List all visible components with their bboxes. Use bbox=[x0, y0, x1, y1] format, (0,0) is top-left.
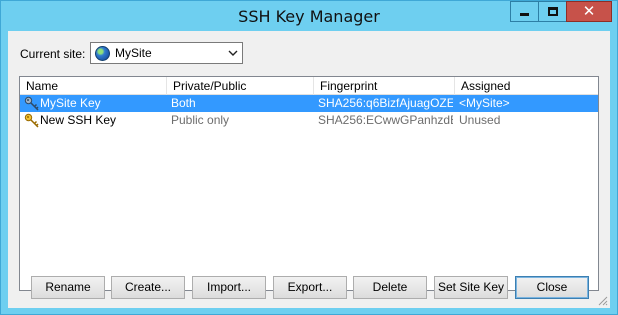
key-type: Both bbox=[171, 96, 196, 110]
list-item[interactable]: New SSH Key Public only SHA256:ECwwGPanh… bbox=[20, 112, 598, 129]
key-name: New SSH Key bbox=[40, 113, 117, 127]
maximize-icon bbox=[547, 7, 558, 16]
set-site-key-button[interactable]: Set Site Key bbox=[434, 276, 508, 299]
current-site-dropdown[interactable]: MySite bbox=[90, 42, 243, 64]
column-header-assigned[interactable]: Assigned bbox=[455, 77, 598, 95]
resize-grip-icon[interactable] bbox=[596, 294, 608, 306]
maximize-button[interactable] bbox=[538, 1, 567, 22]
ssh-key-manager-window: SSH Key Manager ✕ Current site: MySite N… bbox=[0, 0, 618, 315]
export-button[interactable]: Export... bbox=[273, 276, 347, 299]
list-item[interactable]: MySite Key Both SHA256:q6BizfAjuagOZE...… bbox=[20, 95, 598, 112]
globe-icon bbox=[95, 46, 110, 61]
title-bar[interactable]: SSH Key Manager ✕ bbox=[1, 1, 617, 31]
dialog-body: Current site: MySite Name Private/Public… bbox=[8, 31, 610, 308]
key-assigned: <MySite> bbox=[459, 96, 510, 110]
import-button[interactable]: Import... bbox=[192, 276, 266, 299]
delete-button[interactable]: Delete bbox=[353, 276, 427, 299]
close-button[interactable]: Close bbox=[515, 276, 589, 299]
chevron-down-icon bbox=[228, 50, 238, 56]
key-icon bbox=[24, 113, 39, 128]
column-header-fingerprint[interactable]: Fingerprint bbox=[314, 77, 455, 95]
key-fingerprint: SHA256:q6BizfAjuagOZE... bbox=[318, 96, 453, 110]
column-header-name[interactable]: Name bbox=[20, 77, 167, 95]
create-button[interactable]: Create... bbox=[111, 276, 185, 299]
close-icon: ✕ bbox=[582, 2, 596, 20]
minimize-icon bbox=[520, 13, 529, 16]
list-header: Name Private/Public Fingerprint Assigned bbox=[20, 77, 598, 95]
current-site-label: Current site: bbox=[20, 47, 86, 61]
key-type: Public only bbox=[171, 113, 230, 127]
column-header-private-public[interactable]: Private/Public bbox=[167, 77, 314, 95]
key-name: MySite Key bbox=[40, 96, 101, 110]
key-icon bbox=[24, 96, 39, 111]
rename-button[interactable]: Rename bbox=[31, 276, 105, 299]
current-site-value: MySite bbox=[115, 46, 152, 60]
key-assigned: Unused bbox=[459, 113, 501, 127]
ssh-keys-list[interactable]: Name Private/Public Fingerprint Assigned… bbox=[19, 76, 599, 291]
minimize-button[interactable] bbox=[510, 1, 539, 22]
close-window-button[interactable]: ✕ bbox=[566, 1, 612, 22]
key-fingerprint: SHA256:ECwwGPanhzdE... bbox=[318, 113, 453, 127]
